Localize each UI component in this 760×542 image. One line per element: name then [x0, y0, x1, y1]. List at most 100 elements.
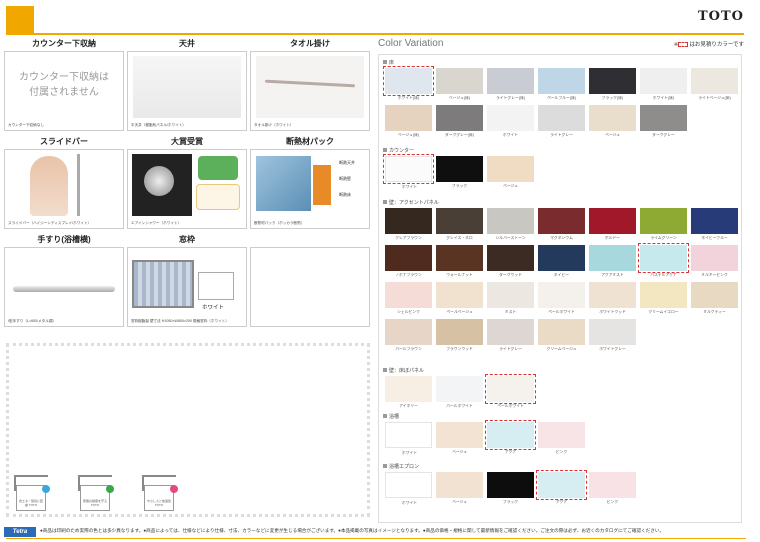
swatch-label: パールホワイト [446, 404, 473, 408]
color-swatch[interactable]: ミスト [487, 282, 534, 314]
color-swatch[interactable]: ホワイト [383, 154, 434, 189]
slide-bar-image [77, 154, 80, 216]
color-swatch[interactable]: ホワイト(床) [383, 66, 434, 100]
color-swatch[interactable]: ホワイト(床) [640, 68, 687, 100]
color-swatch[interactable]: ライムグリーン [640, 208, 687, 240]
color-swatch[interactable]: ベージュ(床) [385, 105, 432, 137]
color-swatch[interactable]: パステルアクア [638, 243, 689, 277]
color-swatch[interactable]: ホワイトグレー [589, 319, 636, 351]
color-swatch[interactable]: ライトベージュ(床) [691, 68, 738, 100]
shower-head-icon [144, 166, 174, 196]
color-swatch[interactable]: ネイビー [538, 245, 585, 277]
color-swatch[interactable]: アイボリー [385, 376, 432, 408]
feature-card: タオル掛け タオル掛け（ホワイト） [250, 38, 370, 131]
color-swatch[interactable]: ペールベージュ [436, 282, 483, 314]
feature-caption: スライドバー（ハイジーンディスプレイ/ホワイト） [8, 221, 92, 225]
feature-caption: 平天井（樹脂系パネル/ホワイト） [131, 123, 186, 127]
color-swatch[interactable]: ネイビーブルー [691, 208, 738, 240]
swatch-label: ライトグレー [499, 347, 522, 351]
color-swatch[interactable]: ホワイト [385, 422, 432, 455]
swatch-label: アクアミスト [601, 273, 624, 277]
color-swatch[interactable]: ピンク [538, 422, 585, 454]
swatch-label: クレアブラウン [395, 236, 422, 240]
color-swatch[interactable]: ベージュ(床) [436, 68, 483, 100]
color-swatch[interactable]: ボルドー [589, 208, 636, 240]
no-storage-line: カウンター下収納は [19, 72, 109, 83]
color-swatch[interactable]: ベージュ [589, 105, 636, 137]
feature-card: 断熱材パック 断熱天井 断熱壁 断熱床 断熱材パック（ホッカラ断熱） [250, 136, 370, 229]
insulation-image [313, 165, 331, 205]
swatch-label: ベージュ(床) [448, 96, 471, 100]
swatch-label: ブラック [451, 184, 468, 188]
color-swatch[interactable]: ピンク [589, 472, 636, 504]
header-divider [6, 33, 744, 35]
swatch-label: ノボナブラウン [395, 273, 422, 277]
swatch-label: ミスト [504, 310, 517, 314]
color-swatch[interactable]: ノボナブラウン [385, 245, 432, 277]
color-swatch[interactable]: ダークグレー [640, 105, 687, 137]
swatch-label: アクア [555, 500, 568, 504]
color-swatch[interactable]: クリームベージュ [538, 319, 585, 351]
color-swatch[interactable]: パールブラウン [385, 319, 432, 351]
color-swatch[interactable]: ペールホワイト [538, 282, 585, 314]
brand-square [6, 6, 34, 34]
no-storage-text: カウンター下収納は 付属されません [5, 70, 123, 100]
color-swatch[interactable]: パールホワイト [436, 376, 483, 408]
color-swatch[interactable]: ブラウンウッド [436, 319, 483, 351]
color-swatch[interactable]: ミルクティー [691, 282, 738, 314]
color-swatch[interactable]: ウォールナット [436, 245, 483, 277]
color-swatch[interactable]: ホワイト [487, 105, 534, 137]
feature-caption: I型手すり（L=600/メタル調） [8, 319, 57, 323]
swatch-label: ホワイトグレー [599, 347, 626, 351]
no-storage-line: 付属されません [29, 87, 99, 98]
swatch-label: ダークグレー(床) [445, 133, 474, 137]
feature-title: カウンター下収納 [32, 39, 96, 48]
color-swatch[interactable]: ペールブルー(床) [538, 68, 585, 100]
swatch-label: ベージュ [605, 133, 620, 137]
color-swatch[interactable]: ペールホワイト [485, 374, 536, 408]
feature-title: 窓枠 [179, 235, 195, 244]
color-swatch[interactable]: ホワイトウッド [589, 282, 636, 314]
color-swatch[interactable]: ベージュ [436, 472, 483, 504]
color-swatch[interactable]: シェルピンク [385, 282, 432, 314]
color-swatch[interactable]: ブラック [436, 156, 483, 188]
color-swatch[interactable]: ブラック [487, 472, 534, 504]
award-badge [198, 156, 238, 180]
blank-area [6, 343, 370, 517]
swatch-label: クリームイエロー [648, 310, 679, 314]
house-dot [170, 485, 178, 493]
color-variation-panel: 床ホワイト(床) ベージュ(床) ライトグレー(床) ペールブルー(床) ブラック(床)… [378, 54, 742, 523]
swatch-label: ペールホワイト [548, 310, 575, 314]
color-swatch[interactable]: ダークウッド [487, 245, 534, 277]
color-swatch[interactable]: クレアブラウン [385, 208, 432, 240]
color-swatch[interactable]: グレイス・ネロ [436, 208, 483, 240]
color-swatch[interactable]: アクアミスト [589, 245, 636, 277]
brand-logo: TOTO [698, 9, 744, 24]
swatch-label: ブラック [502, 500, 519, 504]
swatch-label: マグネシウム [550, 236, 573, 240]
swatch-label: パステルアクア [650, 273, 677, 277]
color-swatch[interactable]: ミルキーピンク [691, 245, 738, 277]
color-swatch[interactable]: ダークグレー(床) [436, 105, 483, 137]
color-swatch[interactable]: アクア [485, 420, 536, 454]
color-swatch[interactable]: ライトグレー [487, 319, 534, 351]
section-label: 床 [383, 59, 394, 66]
house-icon: 家族の健康を守る TOTO [78, 475, 114, 511]
color-swatch[interactable]: ベージュ [487, 156, 534, 188]
color-swatch[interactable]: ライトグレー [538, 105, 585, 137]
feature-card: 大賞受賞 エアインシャワー（ホワイト） [127, 136, 247, 229]
color-swatch[interactable]: マグネシウム [538, 208, 585, 240]
feature-title: 断熱材パック [286, 137, 334, 146]
color-swatch[interactable]: ブラック(床) [589, 68, 636, 100]
color-swatch[interactable]: アクア [536, 470, 587, 504]
color-swatch[interactable]: ライトグレー(床) [487, 68, 534, 100]
footer-divider [6, 538, 746, 539]
swatch-label: ホワイトウッド [599, 310, 626, 314]
feature-card: 手すり(浴槽横) I型手すり（L=600/メタル調） [4, 234, 124, 327]
house-text: 家族の健康を守る TOTO [83, 499, 108, 507]
color-swatch[interactable]: クリームイエロー [640, 282, 687, 314]
color-swatch[interactable]: シルバーストーン [487, 208, 534, 240]
house-icon: 省エネ・環境に配慮 TOTO [14, 475, 50, 511]
color-swatch[interactable]: ホワイト [385, 472, 432, 505]
color-swatch[interactable]: ベージュ [436, 422, 483, 454]
